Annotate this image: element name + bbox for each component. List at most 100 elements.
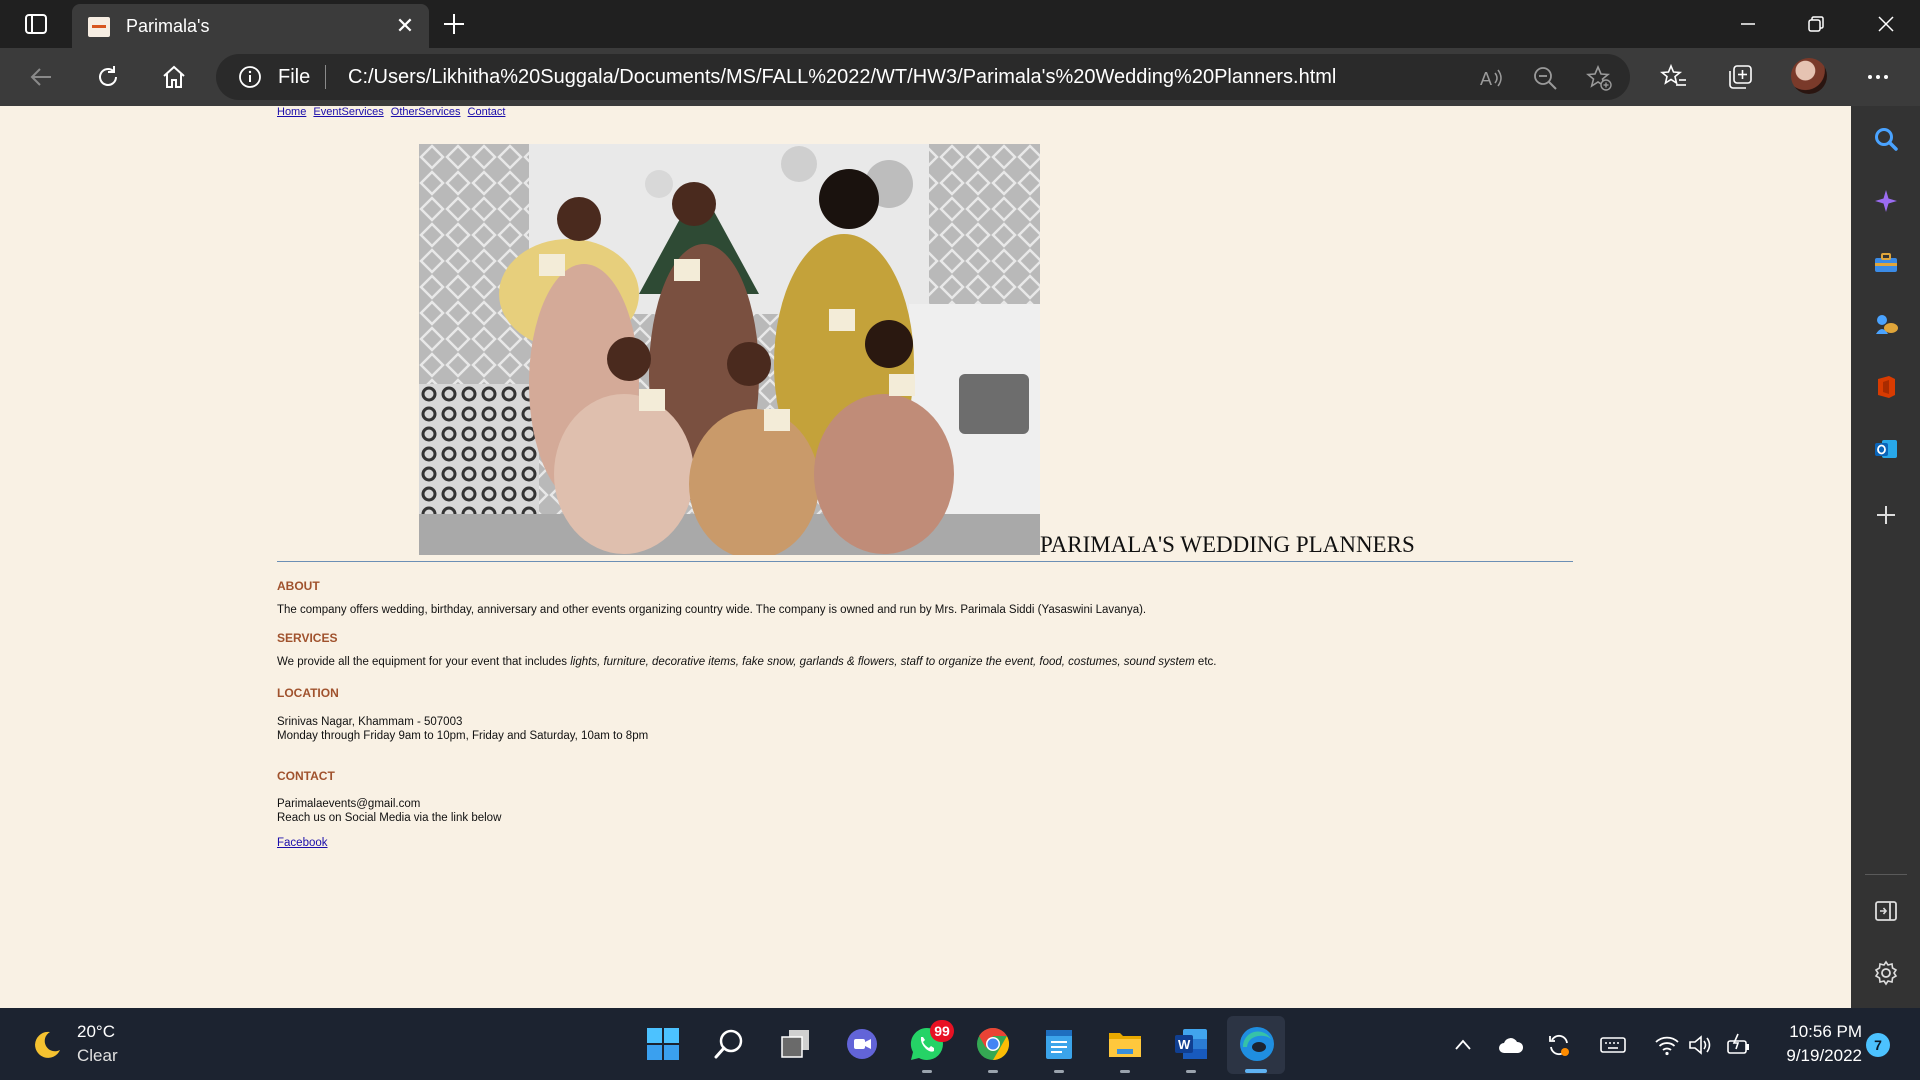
restore-button[interactable] <box>1782 0 1850 48</box>
folder-icon <box>1109 1033 1141 1057</box>
volume-button[interactable] <box>1688 1032 1714 1058</box>
tab-close-button[interactable]: ✕ <box>393 14 417 38</box>
edge-button[interactable] <box>1237 1024 1277 1064</box>
sync-button[interactable] <box>1546 1032 1572 1058</box>
teams-chat-button[interactable] <box>842 1024 882 1064</box>
speaker-icon <box>1689 1035 1711 1055</box>
read-aloud-icon[interactable]: A <box>1478 65 1504 91</box>
chevron-up-icon <box>1455 1039 1471 1050</box>
start-button[interactable] <box>643 1024 683 1064</box>
svg-text:W: W <box>1178 1037 1191 1052</box>
notification-count-badge[interactable]: 7 <box>1866 1033 1890 1057</box>
settings-more-button[interactable] <box>1862 61 1894 93</box>
zoom-out-icon[interactable] <box>1532 65 1558 91</box>
location-heading: LOCATION <box>277 686 339 700</box>
profile-avatar[interactable] <box>1791 58 1827 94</box>
browser-toolbar: File C:/Users/Likhitha%20Suggala/Documen… <box>0 48 1920 106</box>
new-tab-button[interactable] <box>440 10 472 38</box>
wifi-button[interactable] <box>1654 1032 1680 1058</box>
search-icon <box>1875 128 1898 151</box>
info-icon[interactable] <box>238 65 262 89</box>
site-nav: Home EventServices OtherServices Contact <box>277 106 509 118</box>
notepad-button[interactable] <box>1039 1024 1079 1073</box>
address-separator <box>325 65 326 89</box>
panel-collapse-icon <box>1875 901 1897 921</box>
sidebar-collapse-button[interactable] <box>1871 896 1901 926</box>
running-indicator <box>1054 1070 1064 1073</box>
nav-link-other-services[interactable]: OtherServices <box>391 106 461 118</box>
clock-time[interactable]: 10:56 PM <box>1782 1022 1862 1042</box>
nav-link-home[interactable]: Home <box>277 106 306 118</box>
browser-tab-active[interactable]: Parimala's ✕ <box>72 4 429 48</box>
home-button[interactable] <box>158 61 190 93</box>
wifi-icon <box>1655 1036 1679 1056</box>
moon-icon[interactable] <box>30 1028 64 1062</box>
collections-icon <box>1729 65 1752 89</box>
weather-temperature[interactable]: 20°C <box>77 1022 115 1042</box>
sidebar-outlook-button[interactable] <box>1871 434 1901 464</box>
notepad-icon <box>1046 1030 1072 1059</box>
page-viewport: Home EventServices OtherServices Contact <box>0 106 1851 1008</box>
tab-actions-button[interactable] <box>16 10 56 38</box>
collections-button[interactable] <box>1724 61 1756 93</box>
svg-text:A: A <box>1480 69 1492 89</box>
chat-icon <box>847 1029 877 1059</box>
file-explorer-button[interactable] <box>1105 1024 1145 1073</box>
plus-icon <box>444 14 464 34</box>
favorites-button[interactable] <box>1658 61 1690 93</box>
keyboard-icon <box>1600 1037 1626 1053</box>
chrome-button[interactable] <box>973 1024 1013 1073</box>
sidebar-tools-button[interactable] <box>1871 248 1901 278</box>
task-view-button[interactable] <box>776 1024 816 1064</box>
nav-link-event-services[interactable]: EventServices <box>313 106 383 118</box>
sidebar-games-button[interactable] <box>1871 310 1901 340</box>
services-text-suffix: etc. <box>1194 656 1217 668</box>
sidebar-search-button[interactable] <box>1871 124 1901 154</box>
office-icon <box>1878 376 1895 398</box>
windows-logo-icon <box>647 1028 679 1060</box>
location-address: Srinivas Nagar, Khammam - 507003 <box>277 716 463 728</box>
chrome-icon <box>977 1028 1010 1060</box>
cloud-icon <box>1499 1038 1524 1053</box>
restore-icon <box>1808 16 1824 32</box>
word-button[interactable]: W <box>1171 1024 1211 1073</box>
sidebar-office-button[interactable] <box>1871 372 1901 402</box>
site-title: PARIMALA'S WEDDING PLANNERS <box>1040 532 1415 557</box>
services-text-prefix: We provide all the equipment for your ev… <box>277 656 571 668</box>
scheme-label: File <box>278 66 311 88</box>
taskbar-search-button[interactable] <box>710 1024 750 1064</box>
url-text[interactable]: C:/Users/Likhitha%20Suggala/Documents/MS… <box>348 66 1336 89</box>
browser-title-bar: Parimala's ✕ <box>0 0 1920 48</box>
show-hidden-icons-button[interactable] <box>1450 1032 1476 1058</box>
about-text: The company offers wedding, birthday, an… <box>277 604 1147 616</box>
refresh-icon <box>99 66 117 86</box>
services-list: lights, furniture, decorative items, fak… <box>570 656 1195 668</box>
favorites-icon <box>1660 63 1686 86</box>
touch-keyboard-button[interactable] <box>1600 1032 1626 1058</box>
close-window-button[interactable] <box>1852 0 1920 48</box>
minimize-icon <box>1741 23 1755 25</box>
refresh-button[interactable] <box>92 61 124 93</box>
sync-icon <box>1549 1034 1569 1056</box>
services-text: We provide all the equipment for your ev… <box>277 656 1216 668</box>
running-indicator <box>922 1070 932 1073</box>
whatsapp-unread-badge: 99 <box>930 1020 954 1042</box>
battery-button[interactable] <box>1726 1032 1752 1058</box>
nav-link-contact[interactable]: Contact <box>468 106 506 118</box>
weather-description[interactable]: Clear <box>77 1046 118 1066</box>
address-bar[interactable]: File C:/Users/Likhitha%20Suggala/Documen… <box>216 54 1630 100</box>
tab-title: Parimala's <box>126 16 210 36</box>
edge-active-indicator <box>1245 1069 1267 1073</box>
minimize-button[interactable] <box>1714 0 1782 48</box>
title-divider <box>277 561 1573 562</box>
plus-icon <box>1877 506 1895 524</box>
sidebar-discover-button[interactable] <box>1871 186 1901 216</box>
clock-date[interactable]: 9/19/2022 <box>1770 1046 1862 1066</box>
onedrive-button[interactable] <box>1498 1032 1524 1058</box>
sidebar-add-button[interactable] <box>1871 500 1901 530</box>
sidebar-settings-button[interactable] <box>1871 958 1901 988</box>
back-button[interactable] <box>26 61 58 93</box>
add-favorite-icon[interactable] <box>1586 65 1612 91</box>
gear-icon <box>1874 960 1898 986</box>
facebook-link[interactable]: Facebook <box>277 837 328 849</box>
